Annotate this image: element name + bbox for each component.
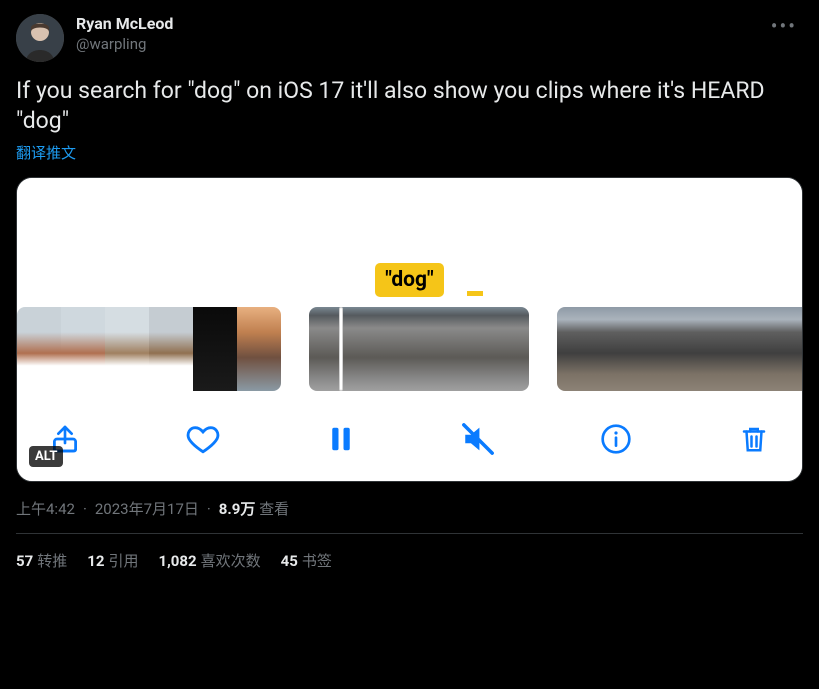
clip-thumbnail[interactable] [193, 307, 237, 391]
media-card[interactable]: "dog" [16, 177, 803, 482]
video-timeline[interactable] [17, 307, 802, 399]
avatar[interactable] [16, 14, 64, 62]
clip-thumbnail[interactable] [689, 307, 733, 391]
tweet-time[interactable]: 上午4:42 [16, 498, 75, 519]
likes-stat[interactable]: 1,082喜欢次数 [158, 550, 260, 571]
tweet-header: Ryan McLeod @warpling ••• [16, 14, 803, 62]
clip-thumbnail[interactable] [601, 307, 645, 391]
media-top-space [17, 178, 802, 263]
clip-thumbnail[interactable] [149, 307, 193, 391]
caption-label: "dog" [375, 263, 443, 297]
clip-thumbnail[interactable] [397, 307, 441, 391]
tweet-text: If you search for "dog" on iOS 17 it'll … [16, 76, 803, 136]
clip-thumbnail[interactable] [237, 307, 281, 391]
separator-dot [203, 500, 215, 518]
avatar-image [16, 14, 64, 62]
info-icon[interactable] [598, 421, 634, 457]
more-options-button[interactable]: ••• [765, 14, 803, 38]
pause-icon[interactable] [323, 421, 359, 457]
quotes-stat[interactable]: 12引用 [87, 550, 138, 571]
stats-row: 57转推 12引用 1,082喜欢次数 45书签 [16, 534, 803, 571]
separator-dot [79, 500, 91, 518]
clip-thumbnail[interactable] [105, 307, 149, 391]
clip-thumbnail[interactable] [441, 307, 485, 391]
clip-thumbnail[interactable] [61, 307, 105, 391]
author-names: Ryan McLeod @warpling [76, 14, 765, 54]
tweet-container: Ryan McLeod @warpling ••• If you search … [0, 0, 819, 571]
retweets-stat[interactable]: 57转推 [16, 550, 67, 571]
translate-link[interactable]: 翻译推文 [16, 142, 76, 163]
clip-thumbnail[interactable] [309, 307, 353, 391]
playhead[interactable] [339, 307, 343, 391]
clip-thumbnail[interactable] [777, 307, 802, 391]
tweet-meta: 上午4:42 2023年7月17日 8.9万 查看 [16, 498, 803, 519]
clip-thumbnail[interactable] [17, 307, 61, 391]
clip-thumbnail[interactable] [557, 307, 601, 391]
clip-group-2[interactable] [309, 307, 529, 391]
media-toolbar [17, 399, 802, 481]
clip-thumbnail[interactable] [485, 307, 529, 391]
clip-thumbnail[interactable] [733, 307, 777, 391]
clip-group-1[interactable] [17, 307, 281, 391]
alt-badge[interactable]: ALT [29, 446, 63, 467]
heart-icon[interactable] [185, 421, 221, 457]
tweet-date[interactable]: 2023年7月17日 [95, 498, 199, 519]
clip-thumbnail[interactable] [353, 307, 397, 391]
views-stat[interactable]: 8.9万 查看 [219, 498, 289, 519]
clip-thumbnail[interactable] [645, 307, 689, 391]
caption-row: "dog" [17, 263, 802, 307]
timeline-marker [467, 291, 483, 296]
bookmarks-stat[interactable]: 45书签 [281, 550, 332, 571]
display-name[interactable]: Ryan McLeod [76, 14, 765, 34]
handle[interactable]: @warpling [76, 34, 765, 54]
trash-icon[interactable] [736, 421, 772, 457]
clip-group-3[interactable] [557, 307, 802, 391]
mute-icon[interactable] [460, 421, 496, 457]
